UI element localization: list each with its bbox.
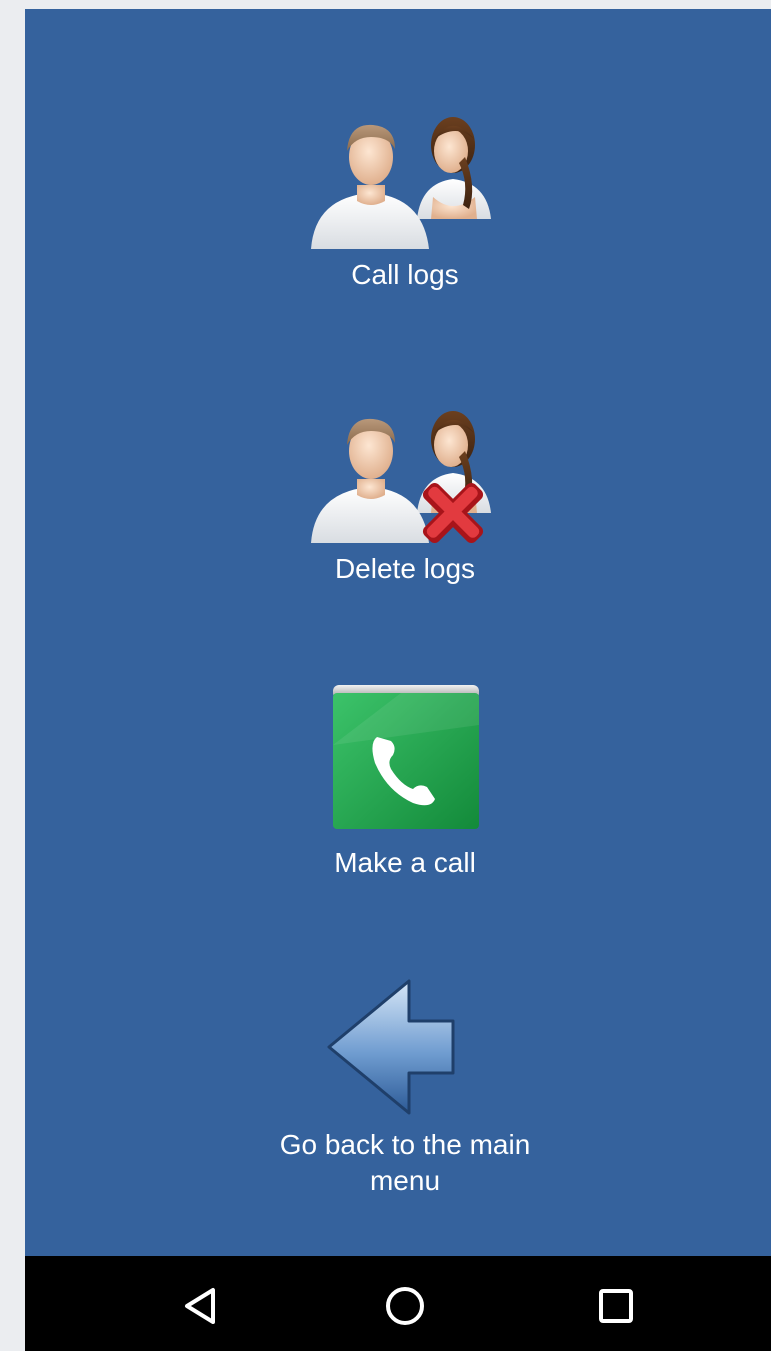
call-logs-button[interactable]: Call logs bbox=[25, 97, 771, 293]
delete-logs-button[interactable]: Delete logs bbox=[25, 391, 771, 587]
go-back-button[interactable]: Go back to the main menu bbox=[25, 967, 771, 1199]
recents-square-icon bbox=[599, 1289, 633, 1323]
home-circle-icon bbox=[386, 1287, 424, 1325]
nav-recents-button[interactable] bbox=[588, 1278, 644, 1334]
system-nav-bar bbox=[25, 1256, 771, 1351]
back-arrow-icon bbox=[327, 979, 455, 1115]
make-a-call-label: Make a call bbox=[334, 847, 476, 878]
back-triangle-icon bbox=[185, 1288, 215, 1324]
people-icon bbox=[311, 117, 491, 249]
call-logs-label: Call logs bbox=[351, 259, 459, 290]
make-a-call-button[interactable]: Make a call bbox=[25, 685, 771, 881]
nav-back-button[interactable] bbox=[173, 1278, 229, 1334]
delete-logs-label: Delete logs bbox=[334, 553, 476, 584]
app-screen: Call logs Delete logs Make a call Go bac… bbox=[25, 9, 771, 1351]
go-back-label: Go back to the main menu bbox=[279, 1129, 531, 1196]
delete-people-icon bbox=[311, 411, 491, 544]
phone-icon bbox=[333, 685, 479, 829]
nav-home-button[interactable] bbox=[377, 1278, 433, 1334]
